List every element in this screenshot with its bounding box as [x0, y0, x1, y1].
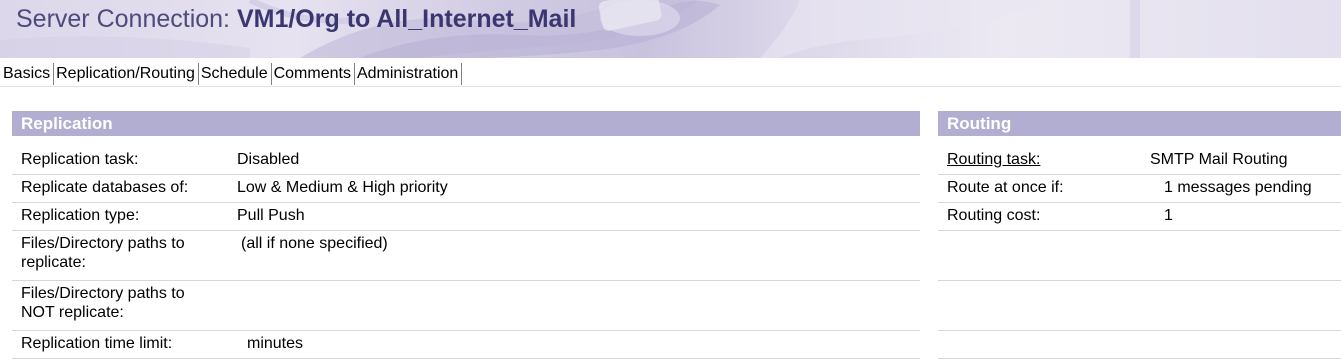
replication-type-row: Replication type: Pull Push [12, 203, 920, 231]
replicate-paths-label: Files/Directory paths to replicate: [21, 235, 185, 271]
tab-administration[interactable]: Administration [355, 63, 463, 85]
routing-section-header: Routing [938, 111, 1341, 136]
page-title: Server Connection: VM1/Org to All_Intern… [16, 2, 576, 36]
replication-type-label: Replication type: [21, 207, 140, 224]
replication-task-row: Replication task: Disabled [12, 147, 920, 175]
routing-cost-label: Routing cost: [947, 207, 1041, 224]
replication-time-limit-value: minutes [247, 335, 304, 352]
routing-task-row: Routing task: SMTP Mail Routing [938, 147, 1341, 175]
routing-task-label[interactable]: Routing task: [947, 150, 1040, 169]
replicate-databases-row: Replicate databases of: Low & Medium & H… [12, 175, 920, 203]
tab-replication-routing[interactable]: Replication/Routing [54, 63, 199, 85]
route-at-once-row: Route at once if: 1 messages pending [938, 175, 1341, 203]
replicate-databases-label: Replicate databases of: [21, 179, 189, 196]
replication-type-value: Pull Push [237, 207, 305, 224]
not-replicate-paths-row: Files/Directory paths to NOT replicate: [12, 281, 920, 331]
routing-cost-value: 1 [1164, 207, 1173, 224]
routing-task-value: SMTP Mail Routing [1150, 151, 1288, 168]
tab-bar: Basics Replication/Routing Schedule Comm… [3, 62, 463, 86]
routing-cost-row: Routing cost: 1 [938, 203, 1341, 231]
replication-task-label: Replication task: [21, 151, 139, 168]
route-at-once-label: Route at once if: [947, 179, 1064, 196]
replicate-paths-row: Files/Directory paths to replicate: (all… [12, 231, 920, 281]
route-at-once-value: 1 messages pending [1164, 179, 1312, 196]
replication-task-value: Disabled [237, 151, 300, 168]
replication-time-limit-row: Replication time limit: minutes [12, 331, 920, 359]
not-replicate-paths-label: Files/Directory paths to NOT replicate: [21, 285, 185, 321]
tab-divider [0, 86, 1341, 87]
routing-empty-row-3 [938, 331, 1341, 359]
tab-basics[interactable]: Basics [3, 63, 55, 85]
replication-time-limit-label: Replication time limit: [21, 335, 173, 352]
tab-schedule[interactable]: Schedule [199, 63, 272, 85]
routing-empty-row-1 [938, 231, 1341, 281]
routing-empty-row-2 [938, 281, 1341, 331]
connection-name: VM1/Org to All_Internet_Mail [236, 5, 577, 33]
replicate-paths-value: (all if none specified) [241, 235, 388, 252]
title-prefix: Server Connection: [16, 5, 237, 33]
header-banner: Server Connection: VM1/Org to All_Intern… [0, 0, 1341, 58]
tab-comments[interactable]: Comments [272, 63, 355, 85]
replication-section-header: Replication [12, 111, 920, 136]
replicate-databases-value: Low & Medium & High priority [237, 179, 448, 196]
